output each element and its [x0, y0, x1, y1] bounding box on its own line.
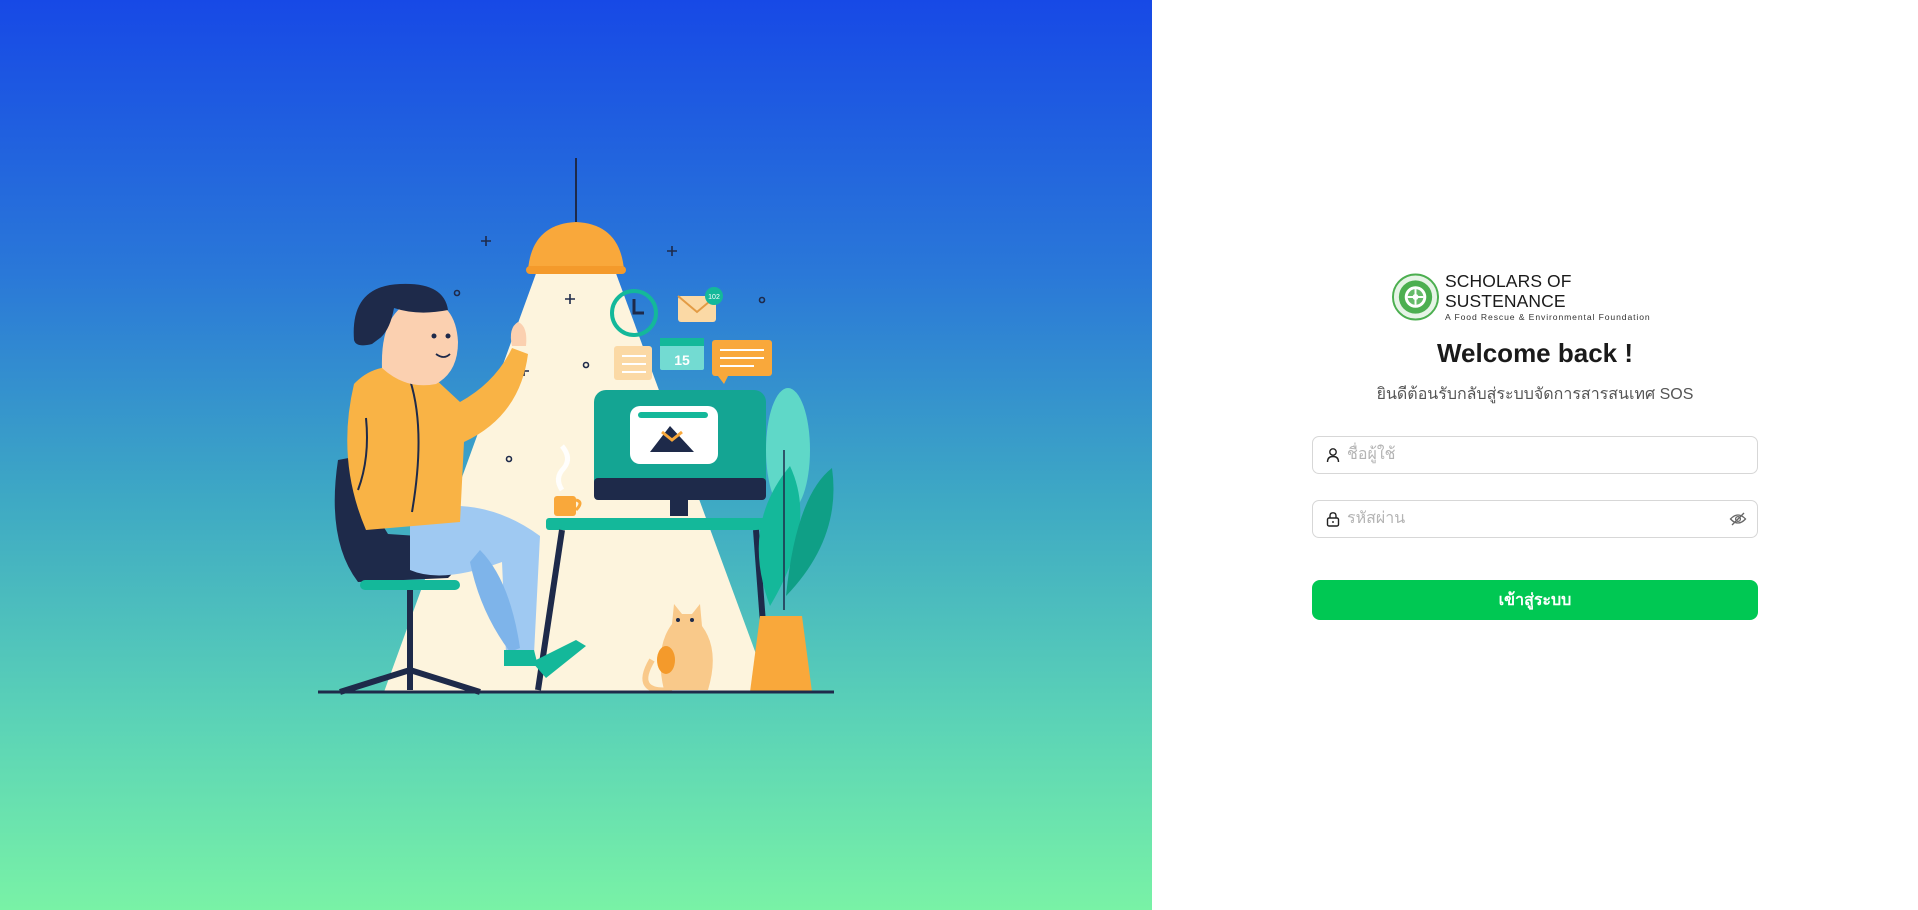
login-button[interactable]: เข้าสู่ระบบ	[1312, 580, 1758, 620]
brand-text: SCHOLARS OF SUSTENANCE A Food Rescue & E…	[1445, 271, 1692, 323]
calendar-day: 15	[674, 352, 690, 368]
username-field[interactable]	[1312, 436, 1758, 474]
password-field[interactable]	[1312, 500, 1758, 538]
brand-header: SCHOLARS OF SUSTENANCE A Food Rescue & E…	[1392, 271, 1692, 323]
brand-tagline: A Food Rescue & Environmental Foundation	[1445, 312, 1651, 322]
eye-off-icon[interactable]	[1729, 510, 1747, 528]
page-title: Welcome back !	[1436, 338, 1634, 368]
lock-icon	[1326, 512, 1340, 527]
password-input[interactable]	[1347, 504, 1729, 534]
user-icon	[1326, 448, 1340, 463]
username-input[interactable]	[1347, 440, 1757, 470]
work-from-home-illustration: 102 15	[318, 158, 834, 695]
mail-badge: 102	[708, 294, 720, 301]
login-panel: SCHOLARS OF SUSTENANCE A Food Rescue & E…	[1152, 0, 1918, 910]
brand-name: SCHOLARS OF SUSTENANCE	[1445, 271, 1572, 311]
hero-panel: 102 15	[0, 0, 1152, 910]
page-subtitle: ยินดีต้อนรับกลับสู่ระบบจัดการสารสนเทศ SO…	[1376, 386, 1694, 403]
foundation-logo	[1392, 273, 1440, 321]
